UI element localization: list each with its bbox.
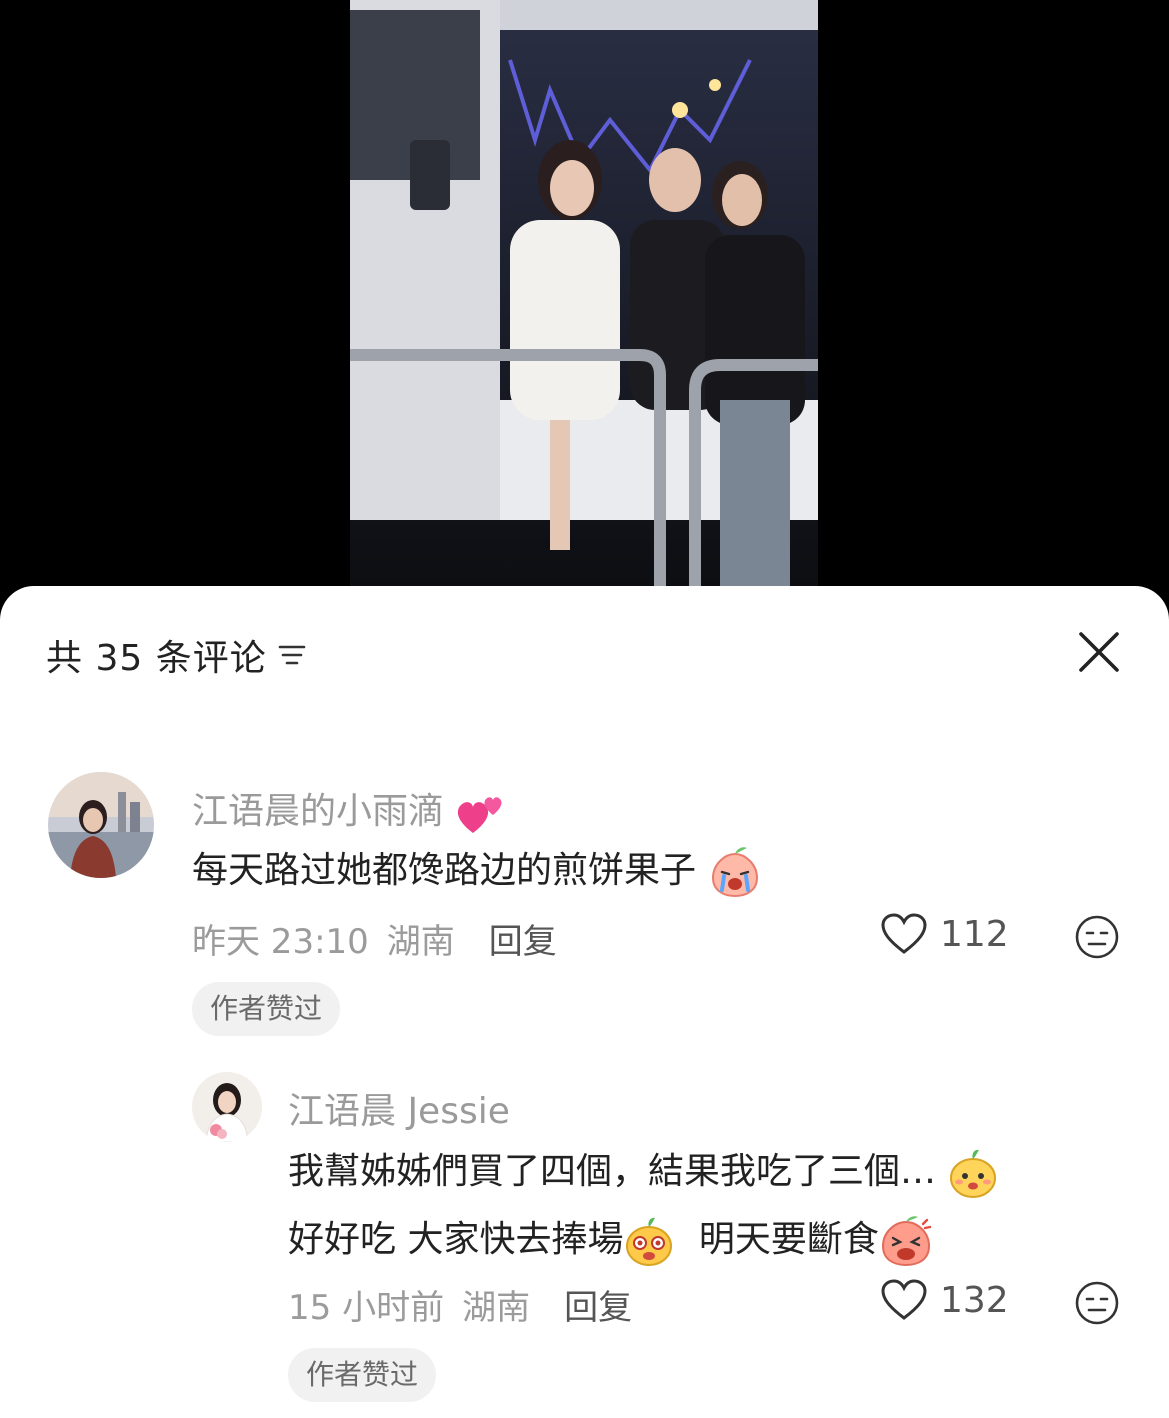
comment-location: 湖南 <box>462 1288 531 1328</box>
angry-peach-emoji-icon <box>881 1216 932 1267</box>
reply-button[interactable]: 回复 <box>564 1280 632 1329</box>
avatar-image <box>192 1072 262 1142</box>
reply-comment-item: 江语晨 Jessie 我幫姊姊們買了四個，結果我吃了三個… 好好吃 大家快去捧場… <box>0 586 1169 1418</box>
yellow-fruit-emoji-icon <box>950 1149 997 1198</box>
dislike-face-icon[interactable] <box>1074 1280 1120 1326</box>
video-frame <box>350 0 818 586</box>
video-player[interactable] <box>350 0 818 586</box>
heart-icon <box>881 1279 927 1320</box>
comment-username[interactable]: 江语晨 Jessie <box>288 1082 510 1134</box>
like-count: 132 <box>940 1279 1009 1321</box>
avatar[interactable] <box>192 1072 262 1142</box>
excited-fruit-emoji-icon <box>626 1217 673 1266</box>
comment-text-line-1: 我幫姊姊們買了四個，結果我吃了三個… <box>288 1146 999 1200</box>
comment-text-line-2: 好好吃 大家快去捧場 明天要斷食 <box>288 1214 933 1268</box>
comment-sheet: 共 35 条评论 江语晨的小雨滴 每天路过她都馋路边的煎饼果子 昨天 23:10… <box>0 586 1169 1418</box>
comment-time: 15 小时前 <box>288 1288 445 1328</box>
comment-meta: 15 小时前 湖南 回复 <box>288 1280 632 1329</box>
like-button[interactable]: 132 <box>880 1278 1009 1322</box>
author-liked-badge: 作者赞过 <box>288 1348 437 1402</box>
